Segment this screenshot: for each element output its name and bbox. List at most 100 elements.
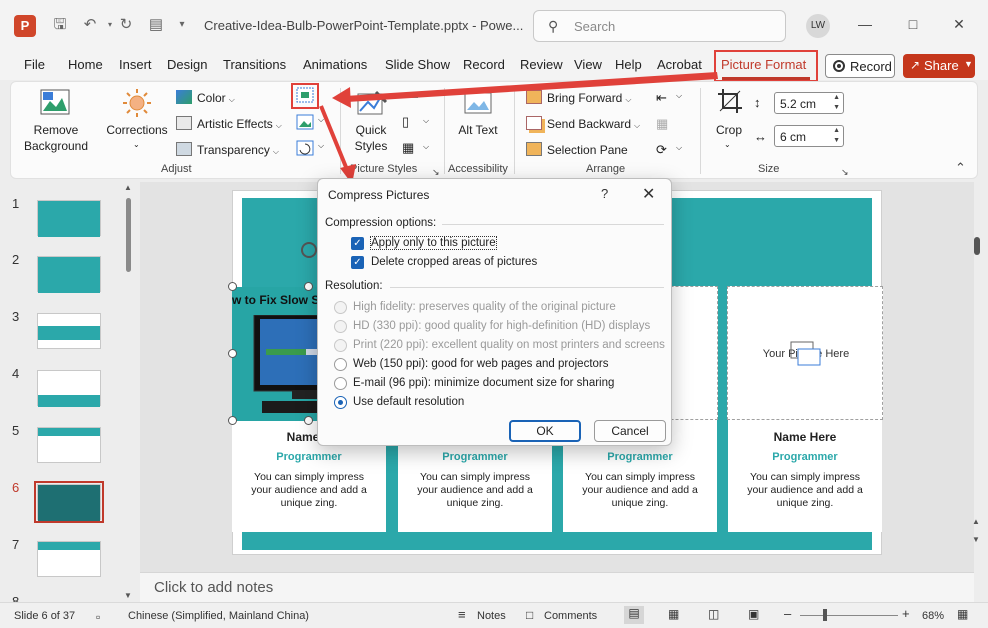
accessibility-icon[interactable]: ▫ [96,610,100,624]
tab-review[interactable]: Review [520,57,563,72]
radio-email[interactable] [334,377,347,390]
resize-handle[interactable] [304,416,313,425]
zoom-out-icon[interactable]: – [784,606,791,621]
spin-down-icon[interactable]: ▼ [833,104,840,111]
save-icon[interactable]: 🖫 [50,15,70,35]
next-slide-icon[interactable]: ▼ [972,535,980,544]
change-picture-icon[interactable] [296,114,314,130]
previous-slide-icon[interactable]: ▲ [972,517,980,526]
apply-only-label[interactable]: Apply only to this picture [370,236,497,250]
slide-thumbnail[interactable] [34,481,104,523]
ok-button[interactable]: OK [509,420,581,442]
comments-button[interactable]: Comments [544,610,597,622]
dialog-launcher-icon[interactable]: ↘ [841,167,849,178]
picture-border-icon[interactable] [402,88,418,98]
tab-design[interactable]: Design [167,57,207,72]
user-avatar[interactable]: LW [806,14,830,38]
slide-thumbnail[interactable] [37,200,101,237]
card-description[interactable]: You can simply impress your audience and… [416,471,534,510]
dialog-launcher-icon[interactable]: ↘ [432,167,440,178]
reading-view-icon[interactable]: ◫ [708,607,719,621]
card-role[interactable]: Programmer [728,451,882,463]
scroll-up-icon[interactable]: ▲ [124,183,132,192]
editor-scrollbar[interactable] [974,237,980,255]
reset-picture-icon[interactable] [296,140,314,156]
resize-handle[interactable] [228,349,237,358]
slide-thumbnail[interactable] [37,370,101,407]
comments-icon[interactable]: □ [526,608,533,622]
spin-up-icon[interactable]: ▲ [833,94,840,101]
slide-thumbnail[interactable] [37,427,101,463]
cancel-button[interactable]: Cancel [594,420,666,442]
selection-pane-button[interactable]: Selection Pane [526,142,628,157]
transparency-button[interactable]: Transparency ⌵ [176,142,279,157]
thumbnail-scrollbar[interactable] [126,198,131,272]
close-icon[interactable]: ✕ [642,184,655,204]
picture-placeholder[interactable]: Your Picture Here [727,286,883,420]
close-window-icon[interactable]: ✕ [949,16,969,33]
rotate-icon[interactable]: ⟳ [656,142,667,158]
color-button[interactable]: Color ⌵ [176,90,235,105]
tab-view[interactable]: View [574,57,602,72]
tab-home[interactable]: Home [68,57,103,72]
language-indicator[interactable]: Chinese (Simplified, Mainland China) [128,610,309,622]
bring-forward-button[interactable]: Bring Forward ⌵ [526,90,631,105]
undo-icon[interactable]: ↶ [80,15,100,35]
radio-default-resolution-label[interactable]: Use default resolution [353,396,464,408]
radio-email-label[interactable]: E-mail (96 ppi): minimize document size … [353,377,614,389]
slideshow-view-icon[interactable]: ▣ [748,607,759,621]
card-description[interactable]: You can simply impress your audience and… [581,471,699,510]
tab-help[interactable]: Help [615,57,642,72]
radio-default-resolution[interactable] [334,396,347,409]
fit-to-window-icon[interactable]: ▦ [957,607,968,621]
slide-sorter-icon[interactable]: ▦ [668,607,679,621]
card-role[interactable]: Programmer [232,451,386,463]
card-name[interactable]: Name Here [728,430,882,444]
record-button[interactable]: Record [825,54,895,78]
slide-thumbnail[interactable] [37,256,101,293]
delete-cropped-checkbox[interactable]: ✓ [351,256,364,269]
normal-view-icon[interactable]: ▤ [624,606,644,624]
picture-layout-icon[interactable]: ▦ [402,140,414,156]
scroll-down-icon[interactable]: ▼ [124,591,132,600]
send-backward-button[interactable]: Send Backward ⌵ [526,116,640,131]
tab-acrobat[interactable]: Acrobat [657,57,702,72]
resize-handle[interactable] [304,282,313,291]
zoom-level[interactable]: 68% [922,610,944,622]
collapse-ribbon-icon[interactable]: ⌃ [955,160,966,176]
card-description[interactable]: You can simply impress your audience and… [250,471,368,510]
notes-pane[interactable]: Click to add notes [140,572,974,602]
card-description[interactable]: You can simply impress your audience and… [746,471,864,510]
shape-height-input[interactable]: 5.2 cm ▲ ▼ [774,92,844,114]
tab-animations[interactable]: Animations [303,57,367,72]
notes-button[interactable]: Notes [477,610,506,622]
slide-thumbnail[interactable] [37,541,101,577]
rotate-handle-icon[interactable] [301,242,317,258]
maximize-icon[interactable]: □ [903,16,923,32]
customize-qat-icon[interactable]: ▾ [172,15,192,35]
apply-only-checkbox[interactable]: ✓ [351,237,364,250]
share-button[interactable]: ↗ Share ▼ [903,54,975,78]
resize-handle[interactable] [228,282,237,291]
group-icon[interactable]: ▦ [656,116,668,132]
zoom-in-icon[interactable]: + [902,606,910,621]
help-button[interactable]: ? [601,186,608,201]
delete-cropped-label[interactable]: Delete cropped areas of pictures [371,256,537,268]
zoom-slider-thumb[interactable] [823,609,827,621]
slide-thumbnail[interactable] [37,313,101,349]
tab-transitions[interactable]: Transitions [223,57,286,72]
radio-web[interactable] [334,358,347,371]
redo-icon[interactable]: ↻ [116,15,136,35]
minimize-icon[interactable]: — [855,16,875,32]
zoom-slider[interactable] [800,615,898,616]
tab-slide-show[interactable]: Slide Show [385,57,450,72]
notes-icon[interactable]: ≡ [458,607,466,622]
card-role[interactable]: Programmer [563,451,717,463]
spin-up-icon[interactable]: ▲ [833,127,840,134]
radio-web-label[interactable]: Web (150 ppi): good for web pages and pr… [353,358,609,370]
start-slideshow-icon[interactable]: ▤ [146,15,166,35]
resize-handle[interactable] [228,416,237,425]
shape-width-input[interactable]: 6 cm ▲ ▼ [774,125,844,147]
card-role[interactable]: Programmer [398,451,552,463]
compress-pictures-icon[interactable] [296,87,314,103]
